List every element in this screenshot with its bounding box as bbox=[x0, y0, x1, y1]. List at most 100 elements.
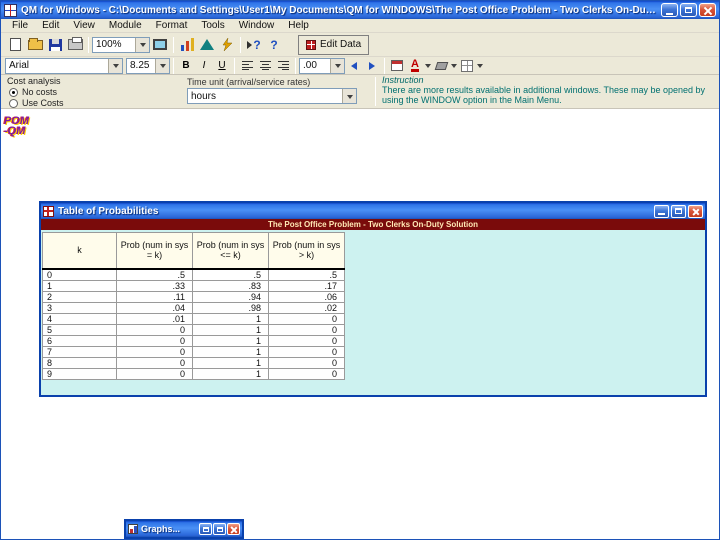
menu-help[interactable]: Help bbox=[281, 20, 316, 31]
app-title: QM for Windows - C:\Documents and Settin… bbox=[21, 4, 659, 16]
italic-button[interactable]: I bbox=[195, 58, 213, 73]
cell-value: .01 bbox=[116, 312, 193, 325]
print-button[interactable] bbox=[65, 35, 85, 55]
open-folder-icon bbox=[27, 37, 43, 50]
cell-value: .98 bbox=[192, 301, 269, 314]
minimize-button[interactable] bbox=[661, 3, 678, 17]
run-button[interactable] bbox=[217, 35, 237, 55]
graph-icon bbox=[128, 524, 138, 534]
time-unit-label: Time unit (arrival/service rates) bbox=[187, 77, 311, 87]
table-row: 7 0 1 0 bbox=[42, 345, 345, 358]
cell-value: 0 bbox=[268, 312, 345, 325]
cell-value: 1 bbox=[192, 367, 269, 380]
table-icon bbox=[43, 205, 54, 217]
time-unit-value: hours bbox=[191, 90, 217, 102]
divider bbox=[375, 77, 376, 106]
chevron-down-icon[interactable] bbox=[342, 89, 356, 103]
fill-color-button[interactable] bbox=[432, 58, 450, 73]
cell-value: 1 bbox=[192, 323, 269, 336]
results-window-titlebar[interactable]: Table of Probabilities bbox=[41, 203, 705, 219]
context-help-button[interactable]: ? bbox=[244, 35, 264, 55]
close-button[interactable] bbox=[699, 3, 716, 17]
menu-window[interactable]: Window bbox=[232, 20, 282, 31]
edit-data-button[interactable]: Edit Data bbox=[298, 34, 370, 55]
graphs-window-titlebar[interactable]: Graphs... bbox=[126, 521, 242, 537]
graphs-restore-button[interactable] bbox=[199, 523, 212, 535]
font-color-button[interactable]: A bbox=[406, 58, 424, 73]
cell-value: .33 bbox=[116, 279, 193, 292]
menu-format[interactable]: Format bbox=[149, 20, 195, 31]
toolbar-separator bbox=[234, 57, 235, 74]
time-unit-select[interactable]: hours bbox=[187, 88, 357, 104]
menu-view[interactable]: View bbox=[66, 20, 102, 31]
chevron-down-icon[interactable] bbox=[330, 58, 344, 73]
context-help-icon: ? bbox=[253, 37, 261, 52]
number-format-select[interactable]: .00 bbox=[299, 57, 345, 74]
solve-button[interactable] bbox=[197, 35, 217, 55]
restore-button[interactable] bbox=[680, 3, 697, 17]
cursor-arrow-icon bbox=[247, 40, 253, 49]
cell-value: 0 bbox=[116, 334, 193, 347]
format-toolbar: Arial 8.25 B I U .00 A bbox=[1, 57, 719, 75]
app-titlebar[interactable]: QM for Windows - C:\Documents and Settin… bbox=[1, 1, 719, 19]
calendar-icon bbox=[391, 60, 403, 71]
radio-selected-icon[interactable] bbox=[9, 87, 18, 97]
font-size-select[interactable]: 8.25 bbox=[126, 57, 170, 74]
date-format-button[interactable] bbox=[388, 58, 406, 73]
table-row: 8 0 1 0 bbox=[42, 356, 345, 369]
chevron-down-icon[interactable] bbox=[155, 58, 169, 73]
bold-button[interactable]: B bbox=[177, 58, 195, 73]
underline-button[interactable]: U bbox=[213, 58, 231, 73]
close-icon bbox=[703, 6, 712, 15]
graphs-maximize-button[interactable] bbox=[213, 523, 226, 535]
bar-graph-button[interactable] bbox=[177, 35, 197, 55]
chevron-down-icon[interactable] bbox=[108, 58, 122, 73]
borders-icon bbox=[461, 59, 473, 72]
screen-size-button[interactable] bbox=[150, 35, 170, 55]
font-name-value: Arial bbox=[9, 60, 30, 71]
chevron-down-icon[interactable] bbox=[135, 37, 149, 52]
close-icon bbox=[692, 208, 699, 215]
edit-data-label: Edit Data bbox=[320, 39, 362, 50]
cell-value: .5 bbox=[116, 268, 193, 281]
align-center-button[interactable] bbox=[256, 58, 274, 73]
results-maximize-button[interactable] bbox=[671, 204, 686, 218]
menu-tools[interactable]: Tools bbox=[194, 20, 231, 31]
solution-subtitle: The Post Office Problem - Two Clerks On-… bbox=[41, 219, 705, 230]
borders-dropdown[interactable] bbox=[476, 59, 484, 73]
decrease-decimal-icon bbox=[351, 61, 357, 70]
cell-value: .04 bbox=[116, 301, 193, 314]
radio-use-costs[interactable]: Use Costs bbox=[9, 98, 64, 108]
radio-unselected-icon[interactable] bbox=[9, 98, 18, 108]
menu-module[interactable]: Module bbox=[102, 20, 149, 31]
font-color-dropdown[interactable] bbox=[424, 59, 432, 73]
font-select[interactable]: Arial bbox=[5, 57, 123, 74]
open-file-button[interactable] bbox=[25, 35, 45, 55]
fill-color-dropdown[interactable] bbox=[450, 59, 458, 73]
cell-value: 0 bbox=[268, 323, 345, 336]
cell-k: 4 bbox=[42, 312, 117, 325]
new-file-button[interactable] bbox=[5, 35, 25, 55]
save-file-button[interactable] bbox=[45, 35, 65, 55]
borders-button[interactable] bbox=[458, 58, 476, 73]
cell-k: 2 bbox=[42, 290, 117, 303]
minimize-icon bbox=[666, 12, 673, 15]
align-left-button[interactable] bbox=[238, 58, 256, 73]
results-close-button[interactable] bbox=[688, 204, 703, 218]
graphs-close-button[interactable] bbox=[227, 523, 240, 535]
increase-decimal-button[interactable] bbox=[363, 58, 381, 73]
cell-value: .06 bbox=[268, 290, 345, 303]
column-header-k: k bbox=[42, 232, 117, 270]
table-row: 5 0 1 0 bbox=[42, 323, 345, 336]
zoom-select[interactable]: 100% bbox=[92, 36, 150, 53]
menu-file[interactable]: File bbox=[5, 20, 35, 31]
pom-qm-logo: POM -QM bbox=[4, 116, 29, 137]
decrease-decimal-button[interactable] bbox=[345, 58, 363, 73]
menu-edit[interactable]: Edit bbox=[35, 20, 66, 31]
align-right-button[interactable] bbox=[274, 58, 292, 73]
results-minimize-button[interactable] bbox=[654, 204, 669, 218]
cell-value: 1 bbox=[192, 345, 269, 358]
radio-no-costs[interactable]: No costs bbox=[9, 87, 57, 97]
help-button[interactable]: ? bbox=[264, 35, 284, 55]
probabilities-table: k Prob (num in sys = k) Prob (num in sys… bbox=[42, 232, 345, 380]
